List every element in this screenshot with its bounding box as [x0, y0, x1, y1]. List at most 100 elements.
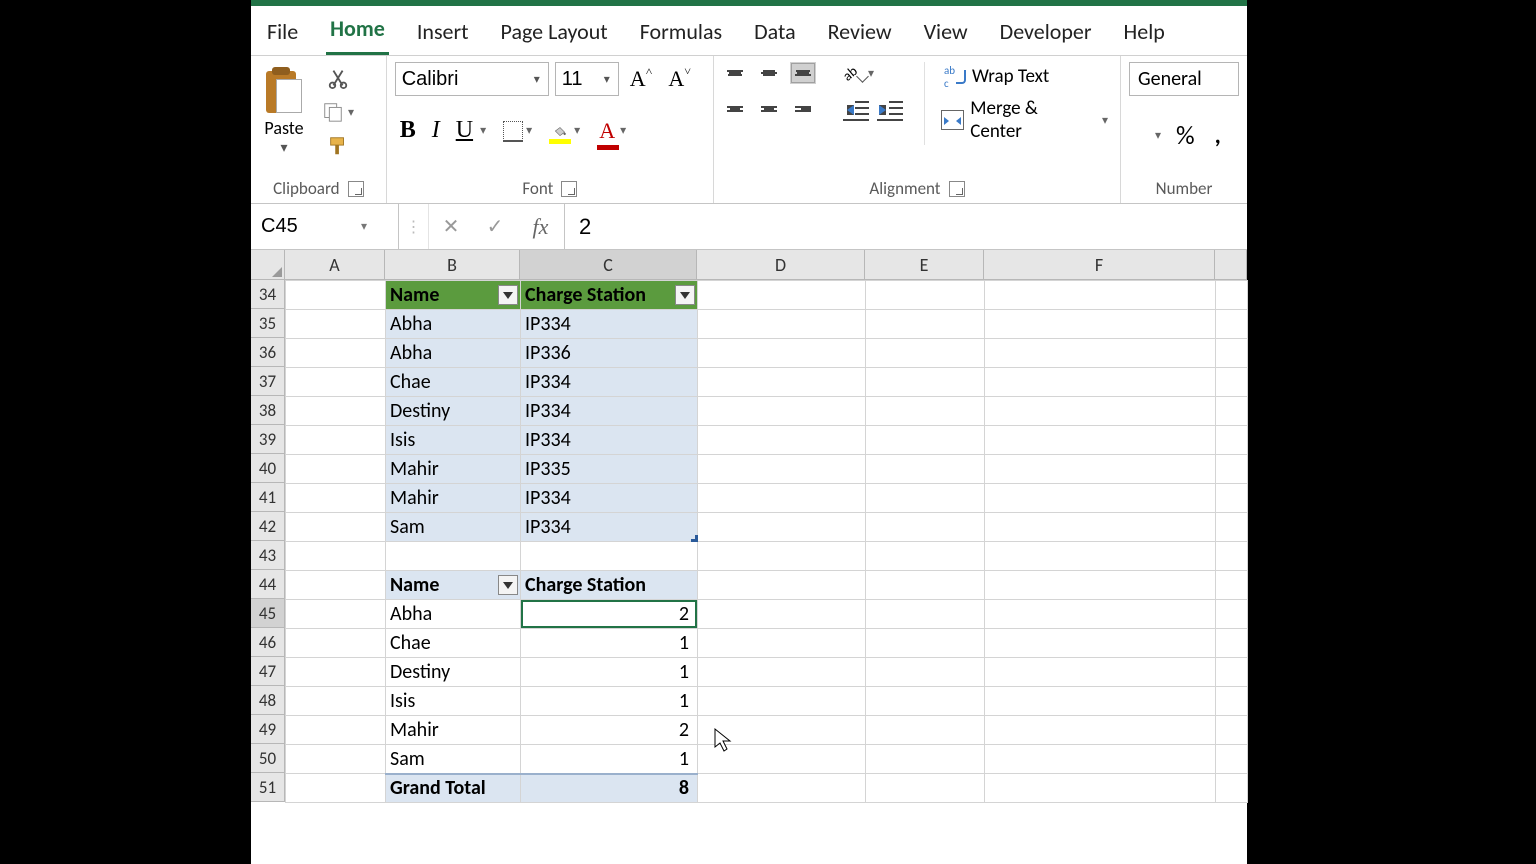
- cell[interactable]: [1216, 571, 1248, 600]
- cell[interactable]: [286, 513, 386, 542]
- row-head-46[interactable]: 46: [251, 628, 285, 657]
- name-box-input[interactable]: [251, 215, 361, 238]
- table-row[interactable]: Isis: [386, 426, 521, 455]
- font-name-dropdown-icon[interactable]: ▾: [526, 72, 548, 87]
- increase-indent-button[interactable]: [878, 98, 904, 120]
- cell[interactable]: [985, 629, 1216, 658]
- borders-dropdown-icon[interactable]: ▾: [526, 123, 532, 138]
- tab-insert[interactable]: Insert: [413, 14, 473, 55]
- cell[interactable]: [985, 745, 1216, 774]
- cell[interactable]: [866, 687, 985, 716]
- font-size-input[interactable]: [556, 68, 596, 91]
- font-color-button[interactable]: A: [596, 115, 618, 147]
- cell[interactable]: [866, 600, 985, 629]
- cell[interactable]: [1216, 745, 1248, 774]
- tab-file[interactable]: File: [263, 14, 302, 55]
- cell[interactable]: [286, 310, 386, 339]
- cell[interactable]: [985, 339, 1216, 368]
- row-head-35[interactable]: 35: [251, 309, 285, 338]
- name-box[interactable]: ▾: [251, 204, 399, 249]
- col-head-f[interactable]: F: [984, 250, 1215, 280]
- align-center-button[interactable]: [756, 98, 782, 120]
- row-head-49[interactable]: 49: [251, 715, 285, 744]
- row-head-41[interactable]: 41: [251, 483, 285, 512]
- orientation-dropdown-icon[interactable]: ▾: [868, 66, 874, 81]
- table-row[interactable]: Abha: [386, 339, 521, 368]
- cell[interactable]: [286, 339, 386, 368]
- clipboard-dialog-launcher[interactable]: [348, 181, 364, 197]
- cell[interactable]: [698, 281, 866, 310]
- tab-help[interactable]: Help: [1120, 14, 1169, 55]
- tab-review[interactable]: Review: [824, 14, 896, 55]
- copy-dropdown-icon[interactable]: ▾: [348, 105, 354, 120]
- table-header-charge[interactable]: Charge Station: [521, 281, 698, 310]
- cell[interactable]: [985, 571, 1216, 600]
- fill-color-dropdown-icon[interactable]: ▾: [574, 123, 580, 138]
- cell[interactable]: [286, 455, 386, 484]
- cell[interactable]: [985, 716, 1216, 745]
- tab-formulas[interactable]: Formulas: [636, 14, 726, 55]
- cell[interactable]: [286, 716, 386, 745]
- font-name-combo[interactable]: ▾: [395, 62, 549, 96]
- enter-formula-button[interactable]: ✓: [473, 204, 517, 249]
- cell[interactable]: [286, 600, 386, 629]
- cell[interactable]: [866, 397, 985, 426]
- cell[interactable]: [286, 484, 386, 513]
- cell[interactable]: [698, 658, 866, 687]
- cell[interactable]: [1216, 310, 1248, 339]
- pivot-row-value[interactable]: 1: [521, 658, 698, 687]
- cell[interactable]: [985, 687, 1216, 716]
- filter-icon[interactable]: [498, 285, 518, 305]
- cell[interactable]: [1216, 368, 1248, 397]
- cell[interactable]: [1216, 513, 1248, 542]
- accounting-dropdown-icon[interactable]: ▾: [1155, 128, 1161, 143]
- cell[interactable]: [1216, 484, 1248, 513]
- tab-home[interactable]: Home: [326, 11, 389, 55]
- cell[interactable]: [698, 397, 866, 426]
- copy-button[interactable]: ▾: [317, 98, 359, 126]
- alignment-dialog-launcher[interactable]: [949, 181, 965, 197]
- table-row[interactable]: IP334: [521, 484, 698, 513]
- merge-dropdown-icon[interactable]: ▾: [1102, 113, 1108, 128]
- orientation-button[interactable]: [844, 62, 866, 84]
- table-row[interactable]: IP334: [521, 513, 698, 542]
- cell[interactable]: [985, 774, 1216, 803]
- cell[interactable]: [286, 426, 386, 455]
- align-top-button[interactable]: [722, 62, 748, 84]
- row-head-42[interactable]: 42: [251, 512, 285, 541]
- cell[interactable]: [866, 629, 985, 658]
- table-row[interactable]: IP334: [521, 310, 698, 339]
- cell[interactable]: [866, 658, 985, 687]
- increase-font-button[interactable]: A˄: [625, 63, 658, 95]
- cancel-formula-button[interactable]: ✕: [429, 204, 473, 249]
- paste-button[interactable]: Paste ▾: [259, 62, 309, 159]
- row-head-47[interactable]: 47: [251, 657, 285, 686]
- pivot-row-value[interactable]: 1: [521, 687, 698, 716]
- percent-format-button[interactable]: %: [1171, 116, 1200, 154]
- cell[interactable]: [1216, 629, 1248, 658]
- font-color-dropdown-icon[interactable]: ▾: [620, 123, 626, 138]
- insert-function-button[interactable]: fx: [517, 204, 565, 249]
- row-head-45[interactable]: 45: [251, 599, 285, 628]
- cell[interactable]: [286, 397, 386, 426]
- cell[interactable]: [985, 368, 1216, 397]
- pivot-header-name[interactable]: Name: [386, 571, 521, 600]
- table-row[interactable]: IP335: [521, 455, 698, 484]
- cell[interactable]: [985, 455, 1216, 484]
- cell[interactable]: [985, 281, 1216, 310]
- formula-input[interactable]: [565, 204, 1247, 249]
- cell[interactable]: [698, 716, 866, 745]
- format-painter-button[interactable]: [322, 132, 354, 160]
- pivot-grand-total-value[interactable]: 8: [521, 774, 698, 803]
- cell[interactable]: [985, 600, 1216, 629]
- cell[interactable]: [985, 658, 1216, 687]
- cell[interactable]: [286, 774, 386, 803]
- cell[interactable]: [698, 600, 866, 629]
- pivot-row-label[interactable]: Sam: [386, 745, 521, 774]
- paste-dropdown-icon[interactable]: ▾: [280, 139, 287, 156]
- col-head-a[interactable]: A: [285, 250, 385, 280]
- cell[interactable]: [866, 426, 985, 455]
- cell[interactable]: [698, 774, 866, 803]
- cell[interactable]: [1216, 397, 1248, 426]
- cell[interactable]: [286, 281, 386, 310]
